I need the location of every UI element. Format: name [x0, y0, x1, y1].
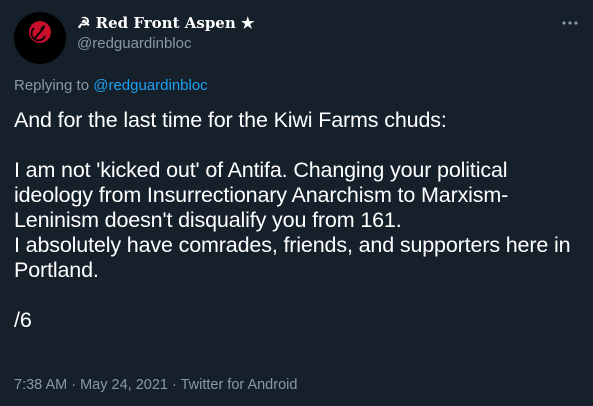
more-icon[interactable] — [561, 14, 579, 32]
avatar[interactable] — [14, 12, 66, 64]
replying-prefix: Replying to — [14, 77, 94, 94]
hammer-sickle-icon — [14, 12, 66, 64]
tweet-meta: 7:38 AM · May 24, 2021 · Twitter for And… — [14, 377, 298, 393]
user-handle[interactable]: @redguardinbloc — [77, 35, 191, 53]
replying-to: Replying to @redguardinbloc — [14, 77, 208, 95]
display-name[interactable]: ☭ Red Front Aspen ★ — [77, 14, 254, 32]
tweet-container: ☭ Red Front Aspen ★ @redguardinbloc Repl… — [0, 0, 593, 406]
reply-to-handle-link[interactable]: @redguardinbloc — [93, 77, 207, 94]
tweet-text: And for the last time for the Kiwi Farms… — [14, 108, 571, 332]
